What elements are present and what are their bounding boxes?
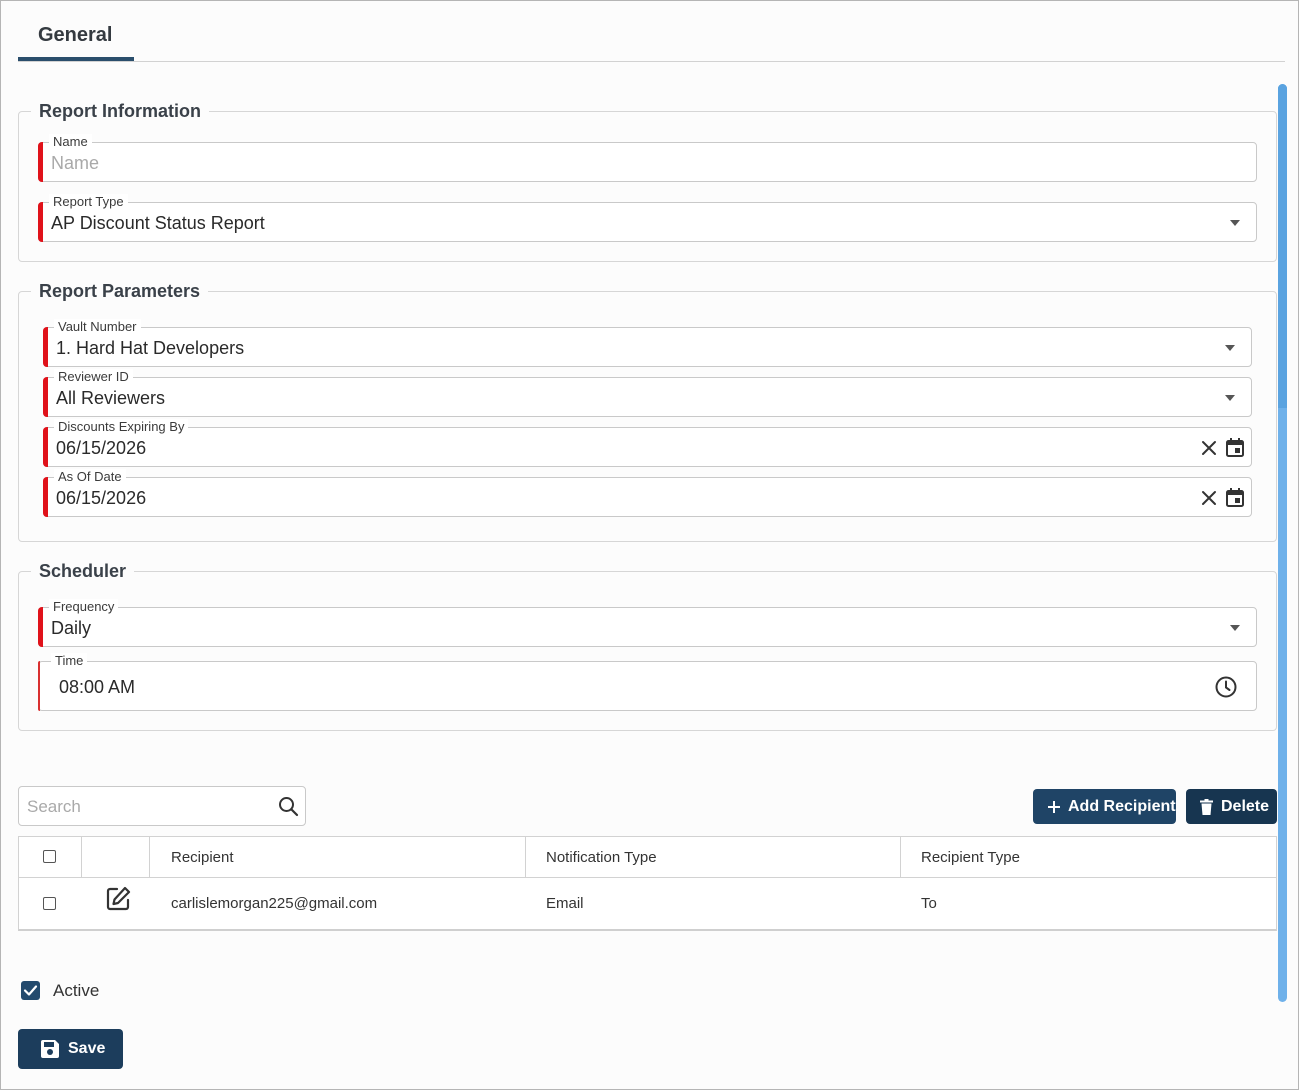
report-information-legend: Report Information [39,101,201,121]
as-of-date-label: As Of Date [54,469,126,484]
vault-number-value: 1. Hard Hat Developers [56,338,245,358]
name-field[interactable]: Name Name [38,134,1257,182]
active-label: Active [53,981,100,1000]
column-header-recipient-type[interactable]: Recipient Type [921,849,1020,866]
trash-icon [1200,798,1213,815]
discounts-expiring-by-field[interactable]: Discounts Expiring By 06/15/2026 [43,419,1252,467]
chevron-down-icon[interactable] [1225,345,1235,351]
required-marker [43,377,48,417]
frequency-label: Frequency [49,599,119,614]
save-button[interactable]: Save [18,1029,123,1069]
scrollbar-thumb[interactable] [1278,84,1287,1002]
tab-general-label: General [38,24,113,46]
required-marker [43,427,48,467]
report-type-label: Report Type [49,194,128,209]
tab-general[interactable]: General [18,20,134,61]
column-divider [81,837,82,877]
add-recipient-button[interactable]: Add Recipient [1033,789,1176,824]
recipient-search[interactable] [18,786,306,826]
chevron-down-icon[interactable] [1225,395,1235,401]
report-parameters-legend: Report Parameters [39,281,201,301]
row-select-checkbox[interactable] [43,897,56,910]
clock-icon[interactable] [1214,675,1238,699]
as-of-date-input[interactable]: 06/15/2026 [56,488,146,509]
reviewer-id-value: All Reviewers [56,388,166,408]
search-icon[interactable] [278,796,299,817]
discounts-expiring-by-input[interactable]: 06/15/2026 [56,438,146,459]
active-checkbox[interactable] [21,981,40,1000]
tab-divider [18,61,1285,62]
required-marker [38,142,43,182]
vault-number-select[interactable]: Vault Number 1. Hard Hat Developers [43,319,1252,367]
vault-number-label: Vault Number [54,319,141,334]
column-divider [149,837,150,877]
required-marker [43,327,48,367]
recipient-type-cell: To [921,895,937,912]
time-input[interactable]: 08:00 AM [59,677,135,698]
scheduler-legend: Scheduler [39,561,127,581]
search-input[interactable] [25,795,269,819]
edit-icon[interactable] [104,885,132,913]
save-label: Save [68,1040,106,1057]
report-type-value: AP Discount Status Report [51,213,265,233]
clear-icon[interactable] [1201,440,1217,456]
as-of-date-field[interactable]: As Of Date 06/15/2026 [43,469,1252,517]
calendar-icon[interactable] [1225,487,1245,508]
chevron-down-icon[interactable] [1230,625,1240,631]
reviewer-id-label: Reviewer ID [54,369,133,384]
required-marker [38,202,43,242]
add-recipient-label: Add Recipient [1068,797,1176,815]
recipient-cell: carlislemorgan225@gmail.com [171,895,378,912]
chevron-down-icon[interactable] [1230,220,1240,226]
column-header-recipient[interactable]: Recipient [171,849,234,866]
select-all-checkbox[interactable] [43,850,56,863]
reviewer-id-select[interactable]: Reviewer ID All Reviewers [43,369,1252,417]
frequency-select[interactable]: Frequency Daily [38,599,1257,647]
recipients-table: Recipient Notification Type Recipient Ty… [18,836,1277,931]
notification-type-cell: Email [546,895,584,912]
column-divider [525,837,526,877]
frequency-value: Daily [51,618,92,638]
column-divider [900,837,901,877]
required-marker [43,477,48,517]
report-type-select[interactable]: Report Type AP Discount Status Report [38,194,1257,242]
delete-button[interactable]: Delete [1186,789,1277,824]
discounts-expiring-by-label: Discounts Expiring By [54,419,189,434]
time-label: Time [51,653,88,668]
required-marker [38,607,43,647]
plus-icon [1048,800,1060,813]
time-field[interactable]: Time 08:00 AM [38,653,1257,711]
delete-label: Delete [1221,797,1270,815]
name-input[interactable]: Name [51,153,99,174]
save-icon [41,1040,59,1058]
name-label: Name [49,134,92,149]
check-icon [23,985,38,996]
calendar-icon[interactable] [1225,437,1245,458]
column-header-notification-type[interactable]: Notification Type [546,849,657,866]
clear-icon[interactable] [1201,490,1217,506]
required-marker [38,661,40,711]
